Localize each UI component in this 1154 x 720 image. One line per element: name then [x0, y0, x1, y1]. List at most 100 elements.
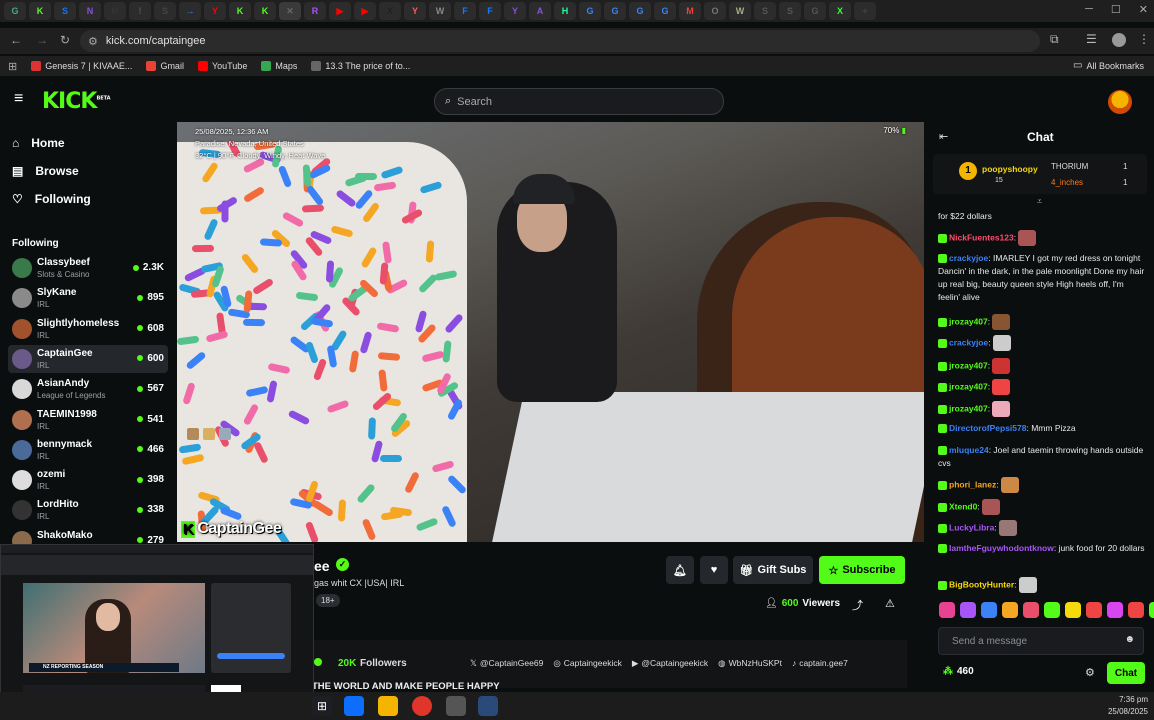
site-info-icon[interactable]: ⚙	[88, 35, 98, 48]
steam-app-icon[interactable]	[478, 696, 498, 716]
chat-settings-icon[interactable]: ⚙	[1085, 666, 1095, 679]
close-icon[interactable]: ✕	[1139, 3, 1148, 16]
bookmark-item[interactable]: Maps	[261, 61, 297, 71]
emote-shortcut-icon[interactable]	[1149, 602, 1154, 618]
followed-channel[interactable]: Classybeef Slots & Casino 2.3K	[8, 254, 168, 282]
all-bookmarks[interactable]: ▭ All Bookmarks	[1073, 60, 1144, 71]
streamer-name[interactable]: ee	[314, 558, 330, 574]
bookmark-item[interactable]: Gmail	[146, 61, 184, 71]
chat-username[interactable]: jrozay407	[949, 381, 988, 391]
browser-tab[interactable]: F	[454, 2, 476, 20]
emote-shortcut-icon[interactable]	[1065, 602, 1081, 618]
nav-browse[interactable]: ▤ Browse	[12, 164, 79, 178]
report-icon[interactable]: ⚠	[885, 597, 895, 610]
chat-username[interactable]: LuckyLibra	[949, 522, 994, 532]
emote-shortcut-icon[interactable]	[1023, 602, 1039, 618]
apps-icon[interactable]: ⊞	[8, 60, 17, 73]
followed-channel[interactable]: Slightlyhomeless IRL 608	[8, 315, 168, 343]
browser-tab[interactable]: M	[104, 2, 126, 20]
browser-tab[interactable]: G	[579, 2, 601, 20]
browser-tab[interactable]: K	[29, 2, 51, 20]
extensions-icon[interactable]: ⧉	[1050, 32, 1059, 47]
followed-channel[interactable]: AsianAndy League of Legends 567	[8, 375, 168, 403]
followed-channel[interactable]: LordHito IRL 338	[8, 496, 168, 524]
chat-username[interactable]: BigBootyHunter	[949, 579, 1014, 589]
reload-icon[interactable]: ↻	[60, 33, 70, 47]
video-player[interactable]: 25/08/2025, 12:36 AM Paradise, Nevada, U…	[177, 122, 924, 542]
top-gifter-name[interactable]: poopyshoopy	[982, 164, 1038, 174]
maximize-icon[interactable]: ☐	[1111, 3, 1121, 16]
emote-shortcut-icon[interactable]	[1002, 602, 1018, 618]
bookmark-item[interactable]: Genesis 7 | KIVAAE...	[31, 61, 132, 71]
hamburger-menu-icon[interactable]: ≡	[14, 90, 23, 108]
bookmark-item[interactable]: YouTube	[197, 61, 247, 71]
chat-input[interactable]: Send a message ☻	[938, 627, 1144, 655]
gift-subs-button[interactable]: 🎁︎ Gift Subs	[733, 556, 813, 584]
browser-tab[interactable]: Y	[504, 2, 526, 20]
browser-tab[interactable]: Y	[404, 2, 426, 20]
browser-tab[interactable]: ✕	[279, 2, 301, 20]
chat-username[interactable]: phori_lanez	[949, 479, 996, 489]
chat-username[interactable]: mluque24	[949, 445, 989, 455]
share-icon[interactable]: ⤴	[852, 597, 863, 613]
emote-shortcut-icon[interactable]	[1086, 602, 1102, 618]
browser-tab[interactable]: K	[229, 2, 251, 20]
gifter-name[interactable]: THORIUM	[1051, 162, 1088, 171]
subscribe-button[interactable]: ☆ Subscribe	[819, 556, 905, 584]
tab-search-icon[interactable]: ☰	[1086, 32, 1097, 46]
browser-tab[interactable]: ▶	[329, 2, 351, 20]
bookmark-item[interactable]: 13.3 The price of to...	[311, 61, 410, 71]
url-input[interactable]: ⚙ kick.com/captaingee	[80, 30, 1040, 52]
emoji-icon[interactable]: ☻	[1124, 634, 1135, 645]
collapse-chat-icon[interactable]: ⇤	[939, 130, 948, 143]
chat-username[interactable]: crackyjoe	[949, 253, 988, 263]
back-icon[interactable]: ←	[10, 33, 22, 47]
chat-username[interactable]: IamtheFguywhodontknow	[949, 543, 1054, 553]
emote-shortcut-icon[interactable]	[1128, 602, 1144, 618]
user-avatar[interactable]	[1108, 90, 1132, 114]
browser-tab[interactable]: G	[4, 2, 26, 20]
search-input[interactable]: ⌕ Search	[434, 88, 724, 115]
followed-channel[interactable]: TAEMIN1998 IRL 541	[8, 406, 168, 434]
browser-tab[interactable]: S	[779, 2, 801, 20]
browser-tab[interactable]: R	[304, 2, 326, 20]
followed-channel[interactable]: CaptainGee IRL 600	[8, 344, 168, 373]
browser-tab[interactable]: X	[829, 2, 851, 20]
social-link[interactable]: 𝕏 @CaptainGee69	[470, 658, 543, 669]
send-chat-button[interactable]: Chat	[1107, 662, 1145, 684]
browser-tab[interactable]: S	[754, 2, 776, 20]
browser-tab[interactable]: N	[79, 2, 101, 20]
file-explorer-icon[interactable]	[378, 696, 398, 716]
browser-tab[interactable]: M	[679, 2, 701, 20]
expand-icon[interactable]: ⩡	[1037, 196, 1042, 207]
browser-tab[interactable]: +	[854, 2, 876, 20]
social-link[interactable]: ♪ captain.gee7	[792, 658, 848, 669]
social-link[interactable]: ▶ @Captaingeekick	[632, 658, 708, 669]
chat-username[interactable]: jrozay407	[949, 316, 988, 326]
followed-channel[interactable]: SlyKane IRL 895	[8, 284, 168, 312]
browser-tab[interactable]: !	[129, 2, 151, 20]
notification-button[interactable]: 🔔︎	[666, 556, 694, 584]
chat-username[interactable]: NickFuentes123	[949, 232, 1014, 242]
chat-username[interactable]: jrozay407	[949, 403, 988, 413]
profile-avatar[interactable]	[1112, 33, 1126, 47]
browser-tab[interactable]: F	[479, 2, 501, 20]
browser-tab[interactable]: S	[154, 2, 176, 20]
chat-username[interactable]: Xtend0	[949, 501, 977, 511]
kick-logo[interactable]: KICKBETA	[42, 89, 111, 114]
channel-points[interactable]: ⁂ 460	[943, 666, 974, 677]
followed-channel[interactable]: bennymack IRL 466	[8, 436, 168, 464]
social-link[interactable]: ◍ WbNzHuSKPt	[718, 658, 782, 669]
browser-tab[interactable]: W	[729, 2, 751, 20]
browser-tab[interactable]: X	[379, 2, 401, 20]
browser-tab[interactable]: Y	[204, 2, 226, 20]
emote-shortcut-icon[interactable]	[960, 602, 976, 618]
browser-tab[interactable]: K	[254, 2, 276, 20]
menu-icon[interactable]: ⋮	[1138, 32, 1150, 46]
follow-button[interactable]: ♥	[700, 556, 728, 584]
browser-tab[interactable]: →	[179, 2, 201, 20]
forward-icon[interactable]: →	[36, 33, 48, 47]
social-link[interactable]: ◎ Captaingeekick	[553, 658, 622, 669]
minimize-icon[interactable]: ─	[1085, 3, 1093, 16]
browser-tab[interactable]: A	[529, 2, 551, 20]
